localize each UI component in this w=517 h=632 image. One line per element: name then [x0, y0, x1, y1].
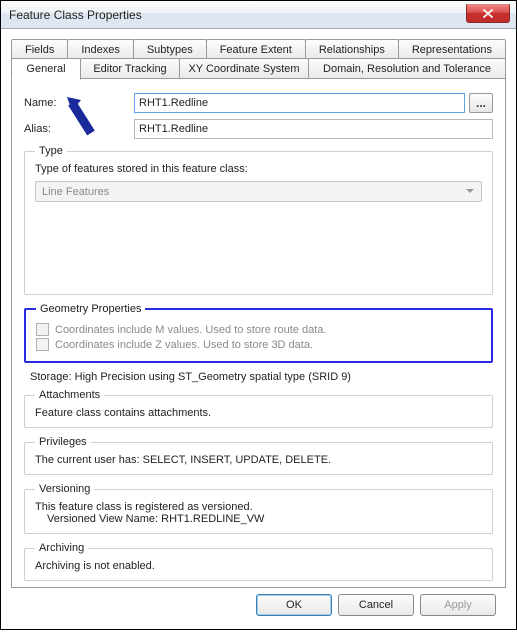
archiving-group: Archiving Archiving is not enabled. [24, 542, 493, 581]
tab-domain-resolution-tolerance[interactable]: Domain, Resolution and Tolerance [308, 58, 506, 78]
close-icon [483, 9, 493, 18]
tab-subtypes[interactable]: Subtypes [133, 39, 207, 59]
tab-xy-coordinate-system[interactable]: XY Coordinate System [179, 58, 309, 78]
browse-button[interactable]: ... [469, 93, 493, 113]
archiving-legend: Archiving [35, 542, 88, 554]
name-label: Name: [24, 97, 134, 109]
z-values-checkbox [36, 338, 49, 351]
alias-input[interactable] [134, 119, 493, 139]
tab-editor-tracking[interactable]: Editor Tracking [80, 58, 180, 78]
name-input[interactable] [134, 93, 465, 113]
privileges-text: The current user has: SELECT, INSERT, UP… [35, 454, 482, 466]
apply-button: Apply [420, 594, 496, 616]
button-bar: OK Cancel Apply [11, 588, 506, 626]
versioning-line2: Versioned View Name: RHT1.REDLINE_VW [47, 513, 482, 525]
tab-fields[interactable]: Fields [11, 39, 68, 59]
versioning-legend: Versioning [35, 483, 94, 495]
attachments-legend: Attachments [35, 389, 104, 401]
title-bar: Feature Class Properties [1, 1, 516, 29]
close-button[interactable] [466, 4, 510, 23]
ok-button[interactable]: OK [256, 594, 332, 616]
geometry-legend: Geometry Properties [36, 303, 145, 315]
geometry-properties-group: Geometry Properties Coordinates include … [24, 303, 493, 363]
dialog-content: Fields Indexes Subtypes Feature Extent R… [1, 29, 516, 632]
storage-text: Storage: High Precision using ST_Geometr… [30, 371, 493, 383]
m-values-checkbox [36, 323, 49, 336]
archiving-text: Archiving is not enabled. [35, 560, 482, 572]
privileges-legend: Privileges [35, 436, 91, 448]
m-values-label: Coordinates include M values. Used to st… [55, 324, 326, 336]
tab-feature-extent[interactable]: Feature Extent [206, 39, 306, 59]
tab-strip: Fields Indexes Subtypes Feature Extent R… [11, 39, 506, 79]
z-values-label: Coordinates include Z values. Used to st… [55, 339, 313, 351]
attachments-text: Feature class contains attachments. [35, 407, 482, 419]
feature-type-value: Line Features [42, 186, 109, 198]
feature-type-select: Line Features [35, 181, 482, 202]
versioning-line1: This feature class is registered as vers… [35, 501, 482, 513]
tab-general[interactable]: General [11, 58, 81, 80]
type-prompt: Type of features stored in this feature … [35, 163, 482, 175]
tab-indexes[interactable]: Indexes [67, 39, 134, 59]
privileges-group: Privileges The current user has: SELECT,… [24, 436, 493, 475]
type-group: Type Type of features stored in this fea… [24, 145, 493, 295]
tab-relationships[interactable]: Relationships [305, 39, 399, 59]
attachments-group: Attachments Feature class contains attac… [24, 389, 493, 428]
type-legend: Type [35, 145, 67, 157]
tab-representations[interactable]: Representations [398, 39, 506, 59]
alias-label: Alias: [24, 123, 134, 135]
versioning-group: Versioning This feature class is registe… [24, 483, 493, 534]
window-title: Feature Class Properties [9, 8, 142, 22]
tab-panel-general: Name: ... Alias: Type Type of features s… [11, 78, 506, 588]
cancel-button[interactable]: Cancel [338, 594, 414, 616]
chevron-down-icon [463, 185, 477, 199]
